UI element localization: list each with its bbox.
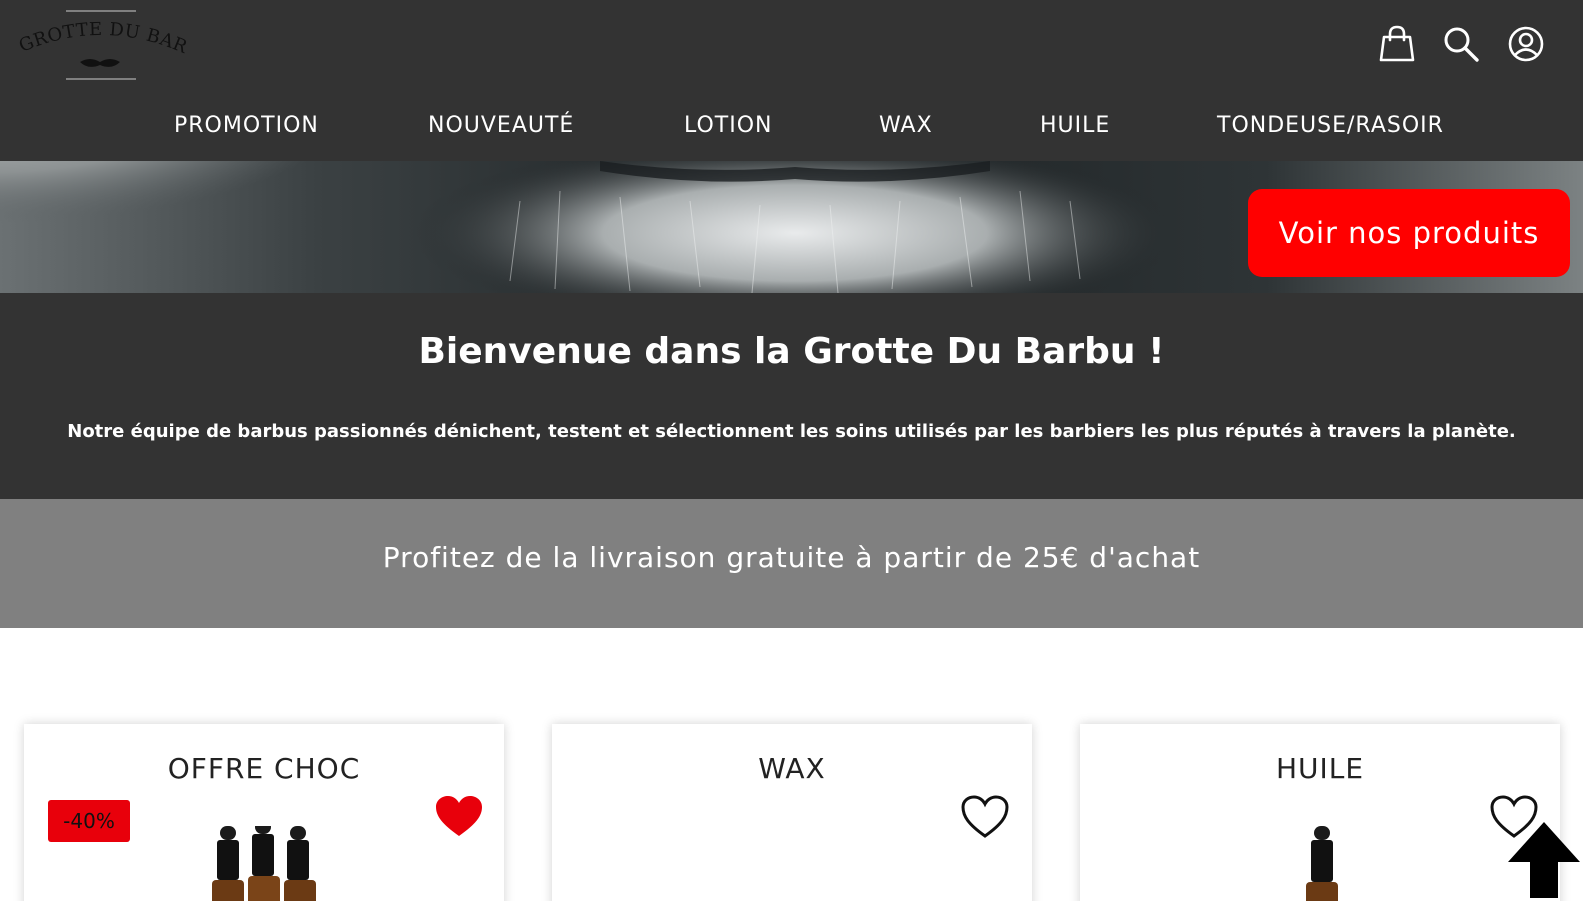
user-account-icon[interactable] bbox=[1506, 24, 1546, 64]
category-card-wax[interactable]: WAX bbox=[552, 724, 1032, 901]
nav-item-lotion[interactable]: LOTION bbox=[684, 110, 773, 142]
favorite-heart-filled-icon[interactable] bbox=[434, 794, 484, 840]
svg-text:LA GROTTE DU BARBU: LA GROTTE DU BARBU bbox=[8, 6, 190, 59]
product-bottles-image bbox=[212, 826, 316, 901]
search-icon[interactable] bbox=[1441, 24, 1481, 64]
free-shipping-text: Profitez de la livraison gratuite à part… bbox=[382, 541, 1201, 574]
main-nav: PROMOTION NOUVEAUTÉ LOTION WAX HUILE TON… bbox=[0, 92, 1583, 161]
shopping-bag-icon[interactable] bbox=[1377, 24, 1417, 64]
see-products-button[interactable]: Voir nos produits bbox=[1248, 189, 1570, 277]
card-title: WAX bbox=[758, 752, 826, 785]
scroll-to-top-arrow-icon[interactable] bbox=[1504, 818, 1583, 901]
logo-text: LA GROTTE DU BARBU bbox=[8, 6, 190, 59]
nav-item-wax[interactable]: WAX bbox=[879, 110, 933, 142]
nav-item-promotion[interactable]: PROMOTION bbox=[174, 110, 319, 142]
nav-item-nouveaute[interactable]: NOUVEAUTÉ bbox=[428, 110, 574, 142]
logo-image: LA GROTTE DU BARBU bbox=[8, 6, 190, 80]
free-shipping-banner: Profitez de la livraison gratuite à part… bbox=[0, 499, 1583, 628]
nav-item-tondeuse-rasoir[interactable]: TONDEUSE/RASOIR bbox=[1217, 110, 1444, 142]
discount-badge: -40% bbox=[48, 800, 130, 842]
favorite-heart-outline-icon[interactable] bbox=[960, 794, 1010, 840]
category-card-offre-choc[interactable]: OFFRE CHOC -40% bbox=[24, 724, 504, 901]
nav-item-huile[interactable]: HUILE bbox=[1040, 110, 1110, 142]
top-bar: LA GROTTE DU BARBU bbox=[0, 0, 1583, 92]
category-card-huile[interactable]: HUILE bbox=[1080, 724, 1560, 901]
welcome-section: Bienvenue dans la Grotte Du Barbu ! Notr… bbox=[0, 293, 1583, 499]
welcome-text: Notre équipe de barbus passionnés dénich… bbox=[67, 421, 1516, 442]
product-bottle-image bbox=[1306, 826, 1338, 901]
hero-banner: Voir nos produits bbox=[0, 161, 1583, 293]
welcome-title: Bienvenue dans la Grotte Du Barbu ! bbox=[418, 331, 1165, 372]
card-title: HUILE bbox=[1275, 752, 1365, 785]
site-logo[interactable]: LA GROTTE DU BARBU bbox=[8, 6, 193, 84]
card-title: OFFRE CHOC bbox=[167, 752, 361, 785]
